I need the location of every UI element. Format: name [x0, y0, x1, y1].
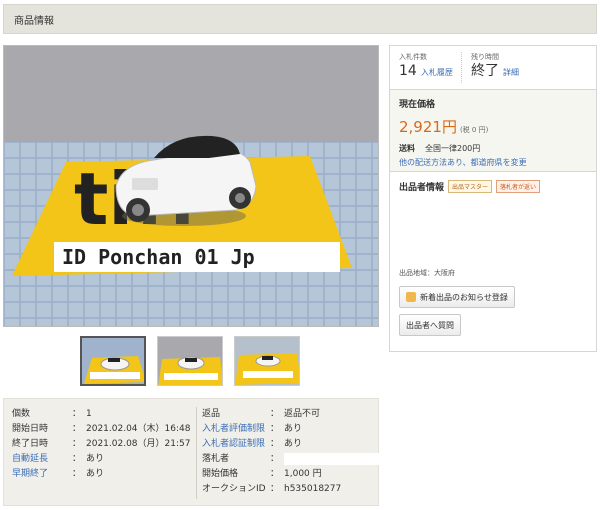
spec-value: 1,000 円 — [284, 469, 322, 479]
specs-divider — [196, 407, 197, 499]
bell-icon — [406, 292, 416, 302]
thumbnail-3[interactable] — [234, 336, 300, 386]
spec-row: 自動延長 ： あり — [12, 452, 190, 467]
follow-new-listings-button[interactable]: 新着出品のお知らせ登録 — [399, 286, 515, 308]
remaining-value: 終了 — [471, 63, 499, 79]
product-photo: ti!! ID Ponchan 01 Jp — [4, 46, 378, 326]
winner-masked — [284, 453, 380, 465]
spec-row: 落札者 ： — [202, 452, 380, 467]
thumbnail-image — [158, 337, 222, 385]
bid-count: 14 — [399, 63, 417, 79]
spec-label: 個数 — [12, 409, 31, 419]
spec-row: 開始日時 ： 2021.02.04（木）16:48 — [12, 422, 190, 437]
spec-row: 個数 ： 1 — [12, 407, 190, 422]
auction-side-panel: 入札件数 14 入札履歴 残り時間 終了 詳細 現在価格 2,921円 (税 0 円)… — [389, 45, 597, 352]
spec-value: 返品不可 — [284, 409, 321, 419]
spec-value: 2021.02.08（月）21:57 — [86, 439, 191, 449]
shipping-label: 送料 — [399, 144, 415, 153]
bid-summary: 入札件数 14 入札履歴 残り時間 終了 詳細 — [390, 46, 596, 90]
spec-label: 開始価格 — [202, 469, 239, 479]
spec-row: 入札者評価制限 ： あり — [202, 422, 380, 437]
bid-count-label: 入札件数 — [399, 53, 427, 61]
shipping-options-link[interactable]: 他の配送方法あり、都道府県を変更 — [399, 157, 587, 168]
price-title: 現在価格 — [399, 100, 436, 110]
spec-value: あり — [284, 439, 303, 449]
bid-history-link[interactable]: 入札履歴 — [421, 68, 453, 77]
thumbnail-image — [235, 337, 299, 385]
bid-count-col: 入札件数 14 入札履歴 — [399, 52, 461, 83]
spec-label: オークションID — [202, 484, 266, 494]
spec-row: 入札者認証制限 ： あり — [202, 437, 380, 452]
spec-label: 落札者 — [202, 454, 230, 464]
fast-response-badge: 落札者が返い — [496, 180, 541, 193]
price-box: 現在価格 2,921円 (税 0 円) 送料 全国一律200円 他の配送方法あり、都… — [390, 90, 596, 172]
spec-row: 終了日時 ： 2021.02.08（月）21:57 — [12, 437, 190, 452]
auction-id: h535018277 — [284, 484, 342, 494]
specs-right: 返品 ： 返品不可 入札者評価制限 ： あり 入札者認証制限 ： あり 落札者 … — [202, 407, 380, 497]
shipping-value: 全国一律200円 — [425, 144, 481, 153]
spec-value: あり — [86, 469, 105, 479]
current-price: 2,921円 — [399, 118, 457, 136]
remaining-label: 残り時間 — [471, 53, 499, 61]
remaining-col: 残り時間 終了 詳細 — [461, 52, 581, 83]
thumbnail-1[interactable] — [80, 336, 146, 386]
seller-master-badge: 出品マスター — [448, 180, 493, 193]
item-specs: 個数 ： 1 開始日時 ： 2021.02.04（木）16:48 終了日時 ： … — [3, 398, 380, 506]
bidder-auth-limit-link[interactable]: 入札者認証制限 — [202, 437, 270, 452]
plate-text: ID Ponchan 01 Jp — [62, 245, 255, 269]
header-bar: 商品情報 — [3, 4, 597, 34]
early-end-link[interactable]: 早期終了 — [12, 467, 72, 482]
seller-region: 出品地域：大阪府 — [399, 269, 455, 277]
main-product-image[interactable]: ti!! ID Ponchan 01 Jp — [3, 45, 379, 327]
spec-row: 早期終了 ： あり — [12, 467, 190, 482]
spec-value: 2021.02.04（木）16:48 — [86, 424, 191, 434]
seller-title: 出品者情報 — [399, 183, 445, 193]
bidder-rating-limit-link[interactable]: 入札者評価制限 — [202, 422, 270, 437]
spec-value: あり — [284, 424, 303, 434]
auto-extend-link[interactable]: 自動延長 — [12, 452, 72, 467]
spec-row: 開始価格 ： 1,000 円 — [202, 467, 380, 482]
spec-label: 開始日時 — [12, 424, 49, 434]
thumbnail-2[interactable] — [157, 336, 223, 386]
spec-row: 返品 ： 返品不可 — [202, 407, 380, 422]
thumbnail-image — [82, 338, 144, 384]
spec-value: あり — [86, 454, 105, 464]
detail-link[interactable]: 詳細 — [503, 68, 519, 77]
seller-info: 出品者情報 出品マスター 落札者が返い 出品地域：大阪府 新着出品のお知らせ登録… — [390, 172, 596, 352]
spec-label: 終了日時 — [12, 439, 49, 449]
spec-row: オークションID ： h535018277 — [202, 482, 380, 497]
ask-seller-button[interactable]: 出品者へ質問 — [399, 314, 461, 336]
specs-left: 個数 ： 1 開始日時 ： 2021.02.04（木）16:48 終了日時 ： … — [12, 407, 190, 482]
tax-note: (税 0 円) — [459, 126, 489, 134]
spec-label: 返品 — [202, 409, 221, 419]
spec-value: 1 — [86, 409, 92, 419]
page-title: 商品情報 — [14, 15, 54, 27]
